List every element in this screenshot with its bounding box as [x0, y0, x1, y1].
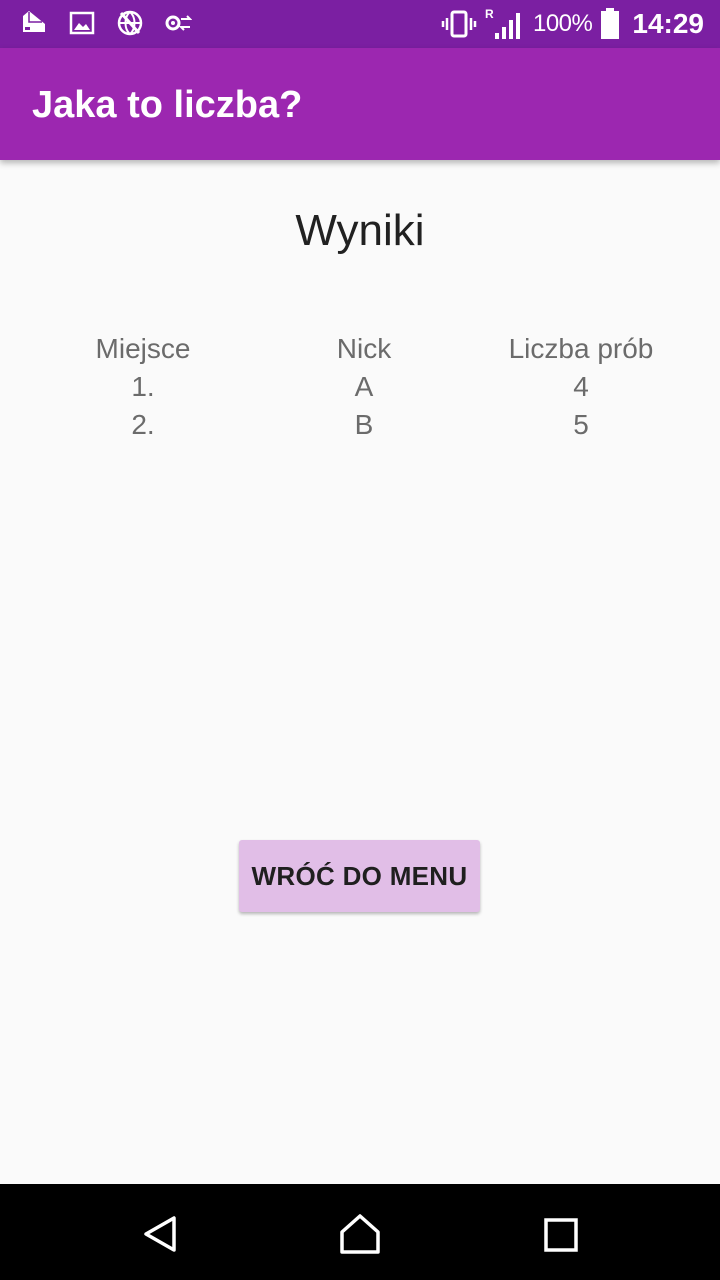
navigation-bar [0, 1184, 720, 1280]
back-triangle-icon[interactable] [138, 1212, 182, 1256]
column-header-nick: Nick [336, 333, 392, 364]
roaming-indicator: R [485, 7, 494, 21]
attempts-cell: 5 [573, 409, 589, 440]
recents-square-icon[interactable] [538, 1212, 582, 1256]
table-row: 1. A 4 [0, 368, 720, 406]
home-icon[interactable] [338, 1212, 382, 1256]
back-to-menu-button[interactable]: WRÓĆ DO MENU [239, 840, 480, 912]
place-cell: 2. [131, 409, 155, 440]
battery-icon [601, 8, 620, 39]
results-table: Miejsce Nick Liczba prób 1. A 4 2. B 5 [0, 330, 720, 444]
nick-cell: A [354, 371, 374, 402]
results-header-row: Miejsce Nick Liczba prób [0, 330, 720, 368]
table-row: 2. B 5 [0, 406, 720, 444]
app-bar: Jaka to liczba? [0, 48, 720, 160]
column-header-attempts: Liczba prób [508, 333, 654, 364]
vibrate-icon [441, 10, 477, 38]
settings-sync-icon [165, 15, 192, 31]
battery-percent: 100% [532, 10, 593, 37]
app-title: Jaka to liczba? [32, 84, 303, 126]
place-cell: 1. [131, 371, 155, 402]
attempts-cell: 4 [573, 371, 589, 402]
status-bar: R 100% 14:29 [0, 0, 720, 48]
nick-cell: B [354, 409, 374, 440]
wallet-notification-icon [23, 11, 45, 32]
status-system-indicators: R 100% 14:29 [441, 6, 704, 42]
page-title: Wyniki [295, 206, 425, 255]
column-header-place: Miejsce [95, 333, 191, 364]
status-notification-icons [20, 8, 192, 38]
vpn-globe-icon [117, 10, 143, 36]
status-clock: 14:29 [632, 8, 704, 39]
signal-icon: R [485, 7, 520, 39]
image-icon [69, 11, 95, 35]
